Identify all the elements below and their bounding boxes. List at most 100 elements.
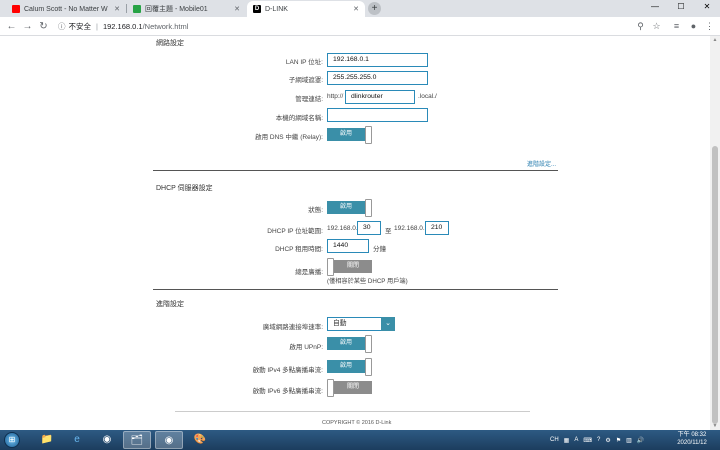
browser-tabstrip: Calum Scott - No Matter W ✕ 回覆主題 - Mobil… — [0, 0, 720, 17]
ipv4-multicast-label: 啟動 IPv4 多點廣播串流: — [252, 367, 323, 374]
dhcp-section-title: DHCP 伺服器設定 — [156, 185, 213, 192]
section-divider — [153, 289, 558, 290]
upnp-toggle[interactable]: 啟用 — [327, 335, 373, 353]
mgmt-link-input[interactable]: dlinkrouter — [345, 90, 415, 104]
help-icon[interactable]: ? — [597, 437, 600, 443]
wan-speed-select[interactable]: 自動 ⌄ — [327, 317, 395, 331]
broadcast-label: 總是廣播: — [295, 269, 323, 276]
toggle-state: 關閉 — [334, 381, 372, 394]
ime-icon[interactable]: ▦ — [564, 437, 570, 444]
input-icon[interactable]: A — [574, 437, 578, 443]
clock-time: 下午 08:32 — [677, 432, 707, 438]
ie-icon[interactable]: e — [63, 431, 91, 449]
advanced-section-title: 進階設定 — [156, 301, 184, 308]
ipv4-multicast-toggle[interactable]: 啟用 — [327, 358, 373, 376]
volume-icon[interactable]: 🔊 — [637, 437, 644, 444]
dhcp-range-to: 至 — [385, 228, 392, 235]
scrollbar-thumb[interactable] — [712, 146, 718, 424]
chrome-active-icon[interactable]: ◉ — [155, 431, 183, 449]
bookmark-star-icon[interactable]: ☆ — [650, 20, 663, 33]
paint-icon[interactable]: 🎨 — [186, 431, 214, 449]
dhcp-range-start-input[interactable]: 30 — [357, 221, 381, 235]
ipv6-multicast-toggle[interactable]: 關閉 — [327, 379, 373, 397]
tab-mobile01[interactable]: 回覆主題 - Mobile01 ✕ — [127, 1, 246, 17]
close-icon[interactable]: ✕ — [234, 5, 240, 13]
close-icon[interactable]: ✕ — [114, 5, 120, 13]
toggle-knob — [365, 199, 372, 217]
network-section-title: 網路設定 — [156, 40, 184, 47]
tab-label: Calum Scott - No Matter W — [24, 5, 108, 13]
profile-avatar-icon[interactable]: ● — [687, 20, 700, 33]
explorer-icon[interactable]: 📁 — [33, 431, 61, 449]
system-clock[interactable]: 下午 08:32 2020/11/12 — [672, 431, 712, 447]
reading-list-icon[interactable]: ≡ — [670, 20, 683, 33]
toggle-state: 關閉 — [334, 260, 372, 273]
address-path: /Network.html — [142, 22, 189, 31]
new-tab-button[interactable]: + — [368, 2, 381, 15]
windows-taskbar: ⊞ 📁 e ◉ 🗂 ◉ 🎨 CH ▦ A ⌨ ? ⚙ ⚑ ▥ 🔊 下午 08:3… — [0, 430, 720, 450]
tab-youtube[interactable]: Calum Scott - No Matter W ✕ — [6, 1, 126, 17]
dns-relay-toggle[interactable]: 啟用 — [327, 126, 373, 144]
page-scrollbar[interactable]: ▲ ▼ — [710, 36, 720, 430]
dhcp-range-label: DHCP IP 位址範圍: — [267, 228, 323, 235]
ipv6-multicast-label: 啟動 IPv6 多點廣播串流: — [252, 388, 323, 395]
forward-button[interactable]: → — [21, 20, 34, 33]
system-tray: CH ▦ A ⌨ ? ⚙ ⚑ ▥ 🔊 — [550, 432, 649, 448]
menu-icon[interactable]: ⋮ — [703, 20, 716, 33]
lan-ip-label: LAN IP 位址: — [285, 59, 323, 66]
dhcp-status-label: 狀態: — [308, 207, 323, 214]
close-window-button[interactable]: ✕ — [694, 0, 720, 14]
mgmt-link-label: 管理連結: — [295, 96, 323, 103]
address-bar[interactable]: ⓘ 不安全 | 192.168.0.1 /Network.html — [52, 19, 666, 34]
toggle-knob — [327, 379, 334, 397]
tab-dlink[interactable]: D D-LINK ✕ — [247, 1, 365, 17]
back-button[interactable]: ← — [5, 20, 18, 33]
start-button[interactable]: ⊞ — [4, 432, 20, 448]
chevron-down-icon[interactable]: ⌄ — [381, 317, 395, 331]
mgmt-prefix: http:// — [327, 93, 344, 100]
browser-toolbar: ← → ↻ ⓘ 不安全 | 192.168.0.1 /Network.html … — [0, 17, 720, 36]
folder-icon[interactable]: 🗂 — [123, 431, 151, 449]
scroll-up-icon[interactable]: ▲ — [710, 36, 720, 44]
close-icon[interactable]: ✕ — [353, 5, 359, 13]
scroll-down-icon[interactable]: ▼ — [710, 422, 720, 430]
reload-button[interactable]: ↻ — [37, 20, 50, 33]
toggle-knob — [365, 126, 372, 144]
subnet-label: 子網域遮罩: — [288, 77, 323, 84]
flag-icon[interactable]: ⚑ — [616, 437, 621, 444]
chrome-icon[interactable]: ◉ — [93, 431, 121, 449]
dhcp-range-prefix-end: 192.168.0. — [394, 225, 425, 232]
language-indicator[interactable]: CH — [550, 437, 559, 443]
dhcp-lease-input[interactable]: 1440 — [327, 239, 369, 253]
copyright: COPYRIGHT © 2016 D-Link — [322, 420, 392, 426]
info-icon[interactable]: ⓘ — [58, 21, 66, 32]
network-icon[interactable]: ▥ — [626, 437, 632, 444]
zoom-icon[interactable]: ⚲ — [634, 20, 647, 33]
address-host: 192.168.0.1 — [102, 22, 143, 31]
settings-icon[interactable]: ⚙ — [605, 437, 610, 444]
dhcp-status-toggle[interactable]: 啟用 — [327, 199, 373, 217]
tab-label: D-LINK — [265, 5, 288, 13]
broadcast-toggle[interactable]: 關閉 — [327, 258, 373, 276]
security-label: 不安全 — [68, 22, 92, 31]
page-viewport: 網路設定 LAN IP 位址: 192.168.0.1 子網域遮罩: 255.2… — [0, 36, 710, 430]
local-domain-input[interactable] — [327, 108, 428, 122]
clock-date: 2020/11/12 — [677, 440, 707, 446]
minimize-button[interactable]: — — [642, 0, 668, 14]
tab-label: 回覆主題 - Mobile01 — [145, 6, 208, 13]
maximize-button[interactable]: ☐ — [668, 0, 694, 14]
mgmt-suffix: .local./ — [418, 93, 437, 100]
toggle-knob — [365, 335, 372, 353]
subnet-input[interactable]: 255.255.255.0 — [327, 71, 428, 85]
lan-ip-input[interactable]: 192.168.0.1 — [327, 53, 428, 67]
dhcp-range-prefix-start: 192.168.0. — [327, 225, 358, 232]
local-domain-label: 本機的網域名稱: — [275, 115, 323, 122]
toggle-state: 啟用 — [327, 360, 365, 373]
dhcp-range-end-input[interactable]: 210 — [425, 221, 449, 235]
advanced-settings-link[interactable]: 進階設定... — [527, 159, 556, 168]
keyboard-icon[interactable]: ⌨ — [583, 437, 592, 444]
dhcp-lease-label: DHCP 租用時間: — [275, 246, 323, 253]
toggle-state: 啟用 — [327, 201, 365, 214]
dlink-icon: D — [253, 5, 261, 13]
toggle-knob — [365, 358, 372, 376]
